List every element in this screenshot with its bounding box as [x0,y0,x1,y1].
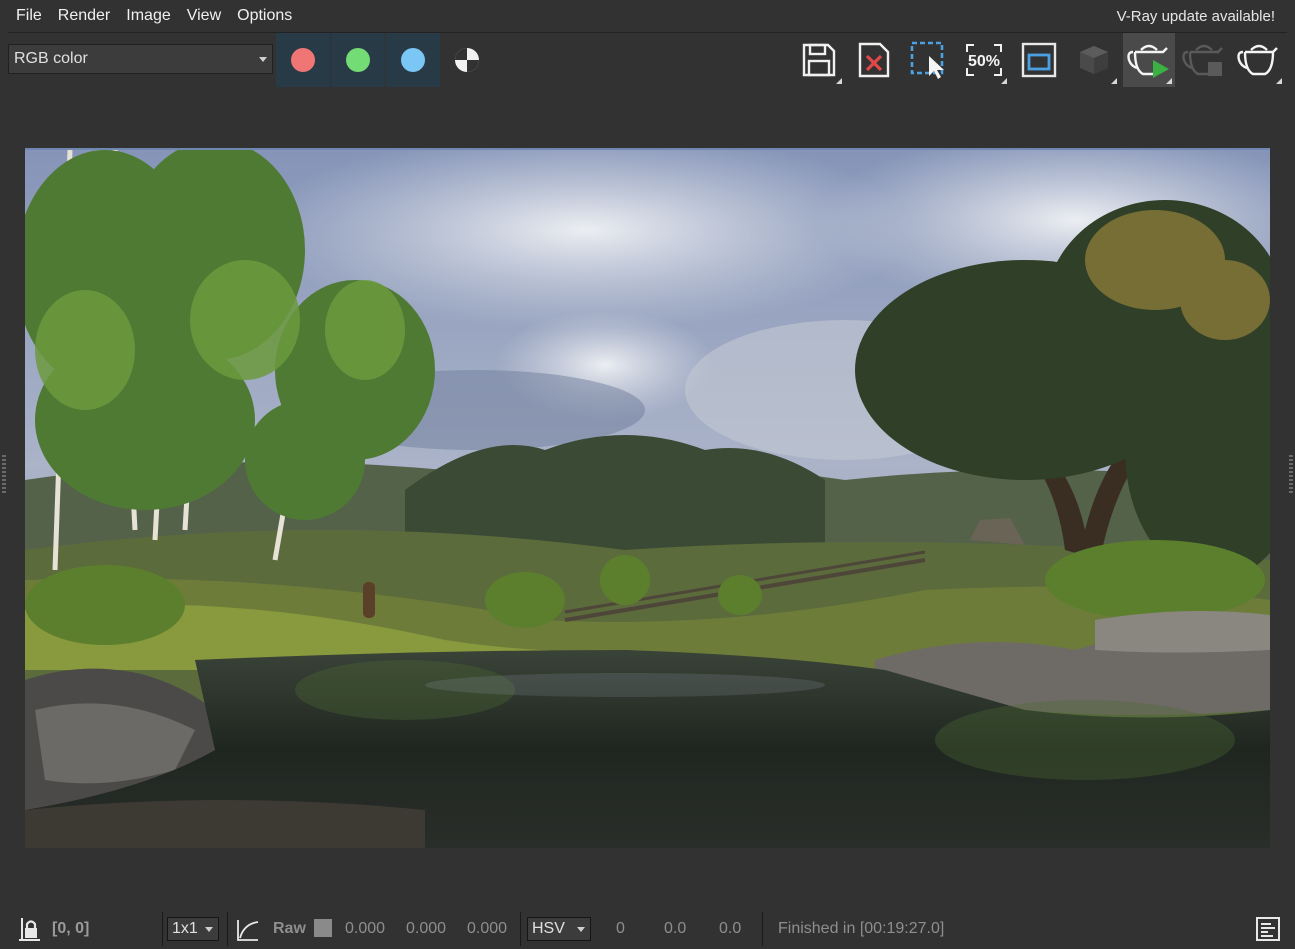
zoom-50-label: 50% [968,53,1000,70]
rgb-r-value: 0.000 [345,920,386,937]
frame-button[interactable] [1013,33,1065,87]
menu-image[interactable]: Image [118,0,178,32]
hsv-s-value: 0.0 [664,920,687,937]
region-render-icon [910,41,944,79]
blue-channel-button[interactable] [386,33,440,87]
stop-render-icon [1182,44,1223,76]
landscape-render [25,150,1270,848]
render-cube-button[interactable] [1068,33,1120,87]
region-render-button[interactable] [903,33,955,87]
render-button[interactable] [1233,33,1285,87]
clear-image-button[interactable] [848,33,900,87]
zoom-select-value: 1x1 [172,920,198,937]
red-channel-button[interactable] [276,33,330,87]
divider [162,912,163,946]
save-image-button[interactable] [793,33,845,87]
render-status-text: Finished in [00:19:27.0] [778,920,945,937]
render-image[interactable] [25,148,1270,848]
update-notice-link[interactable]: V-Ray update available! [1117,0,1275,34]
monochrome-icon [455,48,479,72]
divider [227,912,228,946]
monochrome-button[interactable] [441,33,493,87]
channel-select-value: RGB color [14,50,88,67]
start-interactive-render-button[interactable] [1123,33,1175,87]
channel-select[interactable]: RGB color [8,44,273,74]
red-dot-icon [291,48,315,72]
toolbar: RGB color 50% [0,33,1295,89]
dropdown-corner-icon [1111,78,1117,84]
dropdown-corner-icon [1276,78,1282,84]
menu-render[interactable]: Render [50,0,118,32]
zoom-select[interactable]: 1x1 [167,917,219,941]
divider [762,912,763,946]
color-mode-select[interactable]: HSV [527,917,591,941]
rgb-b-value: 0.000 [467,920,508,937]
color-mode-value: HSV [532,920,565,937]
zoom-50-button[interactable]: 50% [958,33,1010,87]
frame-icon [1021,42,1057,78]
left-resize-handle[interactable] [2,455,6,495]
raw-label: Raw [273,920,306,937]
raw-checkbox[interactable] [314,919,332,937]
dropdown-corner-icon [1001,78,1007,84]
stop-render-button[interactable] [1178,33,1230,87]
status-bar: [0, 0] 1x1 Raw 0.000 0.000 0.000 HSV 0 0… [0,908,1295,949]
chevron-down-icon [577,927,585,932]
green-dot-icon [346,48,370,72]
rgb-g-value: 0.000 [406,920,447,937]
hsv-v-value: 0.0 [719,920,742,937]
divider [520,912,521,946]
pixel-coords: [0, 0] [52,920,90,937]
chevron-down-icon [205,927,213,932]
render-cube-icon [1080,46,1108,74]
save-image-icon [802,43,836,77]
blue-dot-icon [401,48,425,72]
clear-image-icon [858,42,890,78]
menu-view[interactable]: View [179,0,229,32]
hsv-h-value: 0 [616,920,625,937]
start-interactive-render-icon [1127,44,1169,78]
lock-pixel-icon[interactable] [16,916,42,942]
log-panel-icon[interactable] [1256,917,1280,941]
curve-icon[interactable] [236,918,260,942]
menu-file[interactable]: File [0,0,50,32]
dropdown-corner-icon [836,78,842,84]
menu-options[interactable]: Options [229,0,300,32]
dropdown-corner-icon [1166,78,1172,84]
render-teapot-icon [1237,44,1278,76]
zoom-50-icon: 50% [966,44,1002,76]
menu-bar: File Render Image View Options [0,0,1295,32]
green-channel-button[interactable] [331,33,385,87]
chevron-down-icon [259,57,267,62]
right-resize-handle[interactable] [1289,455,1293,495]
